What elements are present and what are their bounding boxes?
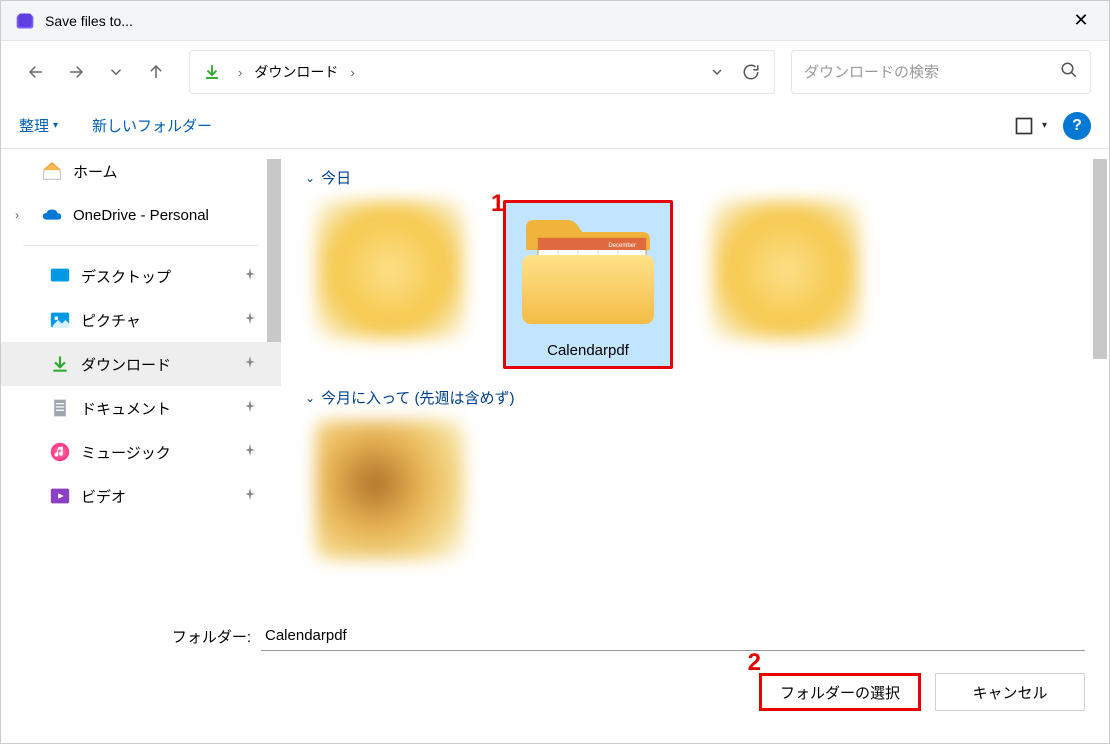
download-icon [49, 353, 71, 375]
help-button[interactable]: ? [1063, 112, 1091, 140]
sidebar-item-onedrive[interactable]: › OneDrive - Personal [1, 193, 281, 237]
new-folder-button[interactable]: 新しいフォルダー [92, 115, 212, 136]
pin-icon [243, 399, 269, 417]
pin-icon [243, 487, 269, 505]
button-label: フォルダーの選択 [780, 685, 900, 702]
desktop-icon [49, 265, 71, 287]
cancel-button[interactable]: キャンセル [935, 673, 1085, 711]
download-icon [200, 63, 224, 81]
divider [23, 245, 259, 246]
pin-icon [243, 443, 269, 461]
group-label: 今日 [321, 167, 351, 188]
up-button[interactable] [139, 55, 173, 89]
list-item[interactable] [701, 200, 871, 369]
sidebar-item-label: ミュージック [81, 442, 171, 463]
sidebar-item-label: ピクチャ [81, 310, 141, 331]
list-item[interactable] [305, 420, 475, 560]
close-icon: ✕ [1073, 10, 1088, 31]
history-dropdown[interactable] [700, 55, 734, 89]
sidebar-item-music[interactable]: ミュージック [1, 430, 281, 474]
list-item[interactable] [305, 200, 475, 369]
sidebar-item-videos[interactable]: ビデオ [1, 474, 281, 518]
group-label: 今月に入って (先週は含めず) [321, 387, 514, 408]
item-name: Calendarpdf [503, 342, 673, 359]
refresh-button[interactable] [734, 55, 768, 89]
chevron-right-icon[interactable]: › [15, 208, 19, 222]
select-folder-button[interactable]: フォルダーの選択 [759, 673, 921, 711]
help-icon: ? [1072, 117, 1082, 135]
address-bar[interactable]: › ダウンロード › [189, 50, 775, 94]
new-folder-label: 新しいフォルダー [92, 115, 212, 136]
onedrive-icon [41, 204, 63, 226]
chevron-down-icon: ▾ [1042, 120, 1047, 131]
view-icon [1014, 116, 1034, 136]
sidebar-item-label: ビデオ [81, 486, 126, 507]
chevron-right-icon: › [342, 65, 362, 80]
close-button[interactable]: ✕ [1053, 1, 1109, 41]
search-box[interactable] [791, 50, 1091, 94]
pin-icon [243, 267, 269, 285]
sidebar-item-desktop[interactable]: デスクトップ [1, 254, 281, 298]
toolbar: 整理 ▾ 新しいフォルダー ▾ ? [1, 103, 1109, 149]
window-title: Save files to... [45, 13, 1053, 29]
group-header-today[interactable]: ⌄ 今日 [305, 167, 1097, 188]
pin-icon [243, 311, 269, 329]
chevron-right-icon: › [230, 65, 250, 80]
content-pane[interactable]: ⌄ 今日 1 December [281, 149, 1109, 609]
search-input[interactable] [804, 64, 1060, 81]
sidebar-item-label: ホーム [73, 161, 118, 182]
annotation-2: 2 [748, 649, 761, 677]
forward-button[interactable] [59, 55, 93, 89]
sidebar-item-downloads[interactable]: ダウンロード [1, 342, 281, 386]
annotation-1: 1 [491, 190, 504, 218]
sidebar-item-label: デスクトップ [81, 266, 171, 287]
breadcrumb-item[interactable]: ダウンロード [250, 60, 342, 84]
folder-name-input[interactable] [261, 621, 1085, 651]
sidebar-item-documents[interactable]: ドキュメント [1, 386, 281, 430]
video-icon [49, 485, 71, 507]
folder-icon [315, 200, 465, 340]
folder-icon [711, 200, 861, 340]
list-item[interactable]: December Calendarpdf [503, 200, 673, 369]
title-bar: Save files to... ✕ [1, 1, 1109, 41]
organize-label: 整理 [19, 115, 49, 136]
sidebar-item-label: ダウンロード [81, 354, 171, 375]
chevron-down-icon: ▾ [53, 120, 58, 131]
svg-text:December: December [608, 243, 636, 249]
nav-bar: › ダウンロード › [1, 41, 1109, 103]
sidebar: ホーム › OneDrive - Personal デスクトップ ピクチャ ダウ… [1, 149, 281, 609]
folder-name-label: フォルダー: [25, 626, 251, 647]
back-button[interactable] [19, 55, 53, 89]
group-header-month[interactable]: ⌄ 今月に入って (先週は含めず) [305, 387, 1097, 408]
music-icon [49, 441, 71, 463]
chevron-down-icon: ⌄ [305, 391, 315, 405]
view-menu[interactable]: ▾ [1014, 116, 1047, 136]
organize-menu[interactable]: 整理 ▾ [19, 115, 58, 136]
search-icon[interactable] [1060, 61, 1078, 84]
sidebar-item-pictures[interactable]: ピクチャ [1, 298, 281, 342]
document-icon [49, 397, 71, 419]
footer: フォルダー: 2 フォルダーの選択 キャンセル [1, 609, 1109, 733]
pin-icon [243, 355, 269, 373]
pictures-icon [49, 309, 71, 331]
sidebar-item-label: ドキュメント [81, 398, 171, 419]
button-label: キャンセル [972, 685, 1047, 702]
recent-dropdown[interactable] [99, 55, 133, 89]
sidebar-item-label: OneDrive - Personal [73, 207, 209, 224]
home-icon [41, 160, 63, 182]
sidebar-item-home[interactable]: ホーム [1, 149, 281, 193]
folder-icon [315, 420, 465, 560]
folder-icon: December [518, 210, 658, 330]
app-icon [15, 11, 35, 31]
chevron-down-icon: ⌄ [305, 171, 315, 185]
